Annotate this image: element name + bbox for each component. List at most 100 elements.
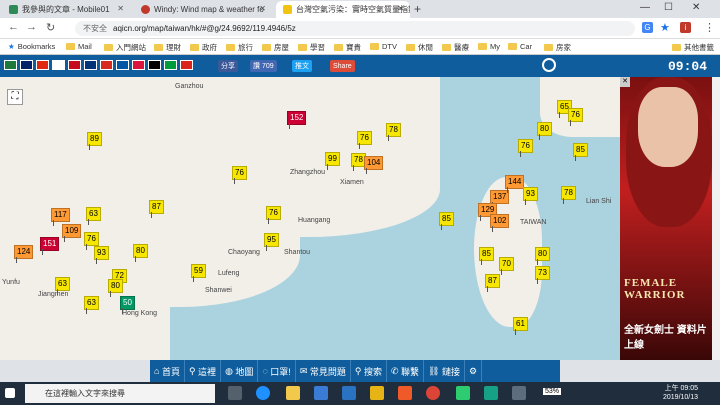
- minimize-icon[interactable]: —: [640, 2, 650, 13]
- bookmark-other[interactable]: 其他書籤: [672, 42, 714, 53]
- mail-icon[interactable]: [342, 386, 356, 400]
- fullscreen-icon[interactable]: ⛶: [7, 89, 23, 105]
- security-warning[interactable]: 不安全: [83, 23, 107, 34]
- app-icon[interactable]: [512, 386, 526, 400]
- aqi-marker[interactable]: 80: [133, 244, 148, 262]
- bookmark-house[interactable]: 房屋: [262, 42, 289, 53]
- aqi-marker[interactable]: 78: [561, 186, 576, 204]
- tweet-button[interactable]: 推文: [292, 60, 312, 72]
- aqi-marker[interactable]: 78: [386, 123, 401, 141]
- nav-search[interactable]: ⚲ 搜索: [351, 360, 387, 382]
- bookmark-portal[interactable]: 入門網站: [104, 42, 146, 53]
- app-icon[interactable]: [370, 386, 384, 400]
- aqi-marker[interactable]: 76: [84, 232, 99, 250]
- page-scrollbar[interactable]: [712, 77, 720, 360]
- back-icon[interactable]: ←: [8, 21, 19, 33]
- app-icon[interactable]: [398, 386, 412, 400]
- bookmark-study[interactable]: 學習: [298, 42, 325, 53]
- aqi-marker[interactable]: 117: [51, 208, 70, 226]
- chrome-icon[interactable]: [426, 386, 440, 400]
- flag-icon[interactable]: [68, 60, 81, 70]
- facebook-share-button[interactable]: 分享: [218, 60, 238, 72]
- nav-masks[interactable]: ◌ 口罩!: [258, 360, 296, 382]
- flag-icon[interactable]: [132, 60, 145, 70]
- aqi-marker[interactable]: 63: [86, 207, 101, 225]
- file-explorer-icon[interactable]: [286, 386, 300, 400]
- aqi-marker[interactable]: 87: [485, 274, 500, 292]
- aqi-marker[interactable]: 70: [499, 257, 514, 275]
- bookmark-home[interactable]: 房家: [544, 42, 571, 53]
- aqi-marker[interactable]: 80: [537, 122, 552, 140]
- bookmark-leisure[interactable]: 休閒: [406, 42, 433, 53]
- aqi-marker[interactable]: 76: [266, 206, 281, 224]
- flag-icon[interactable]: [164, 60, 177, 70]
- flag-icon[interactable]: [100, 60, 113, 70]
- aqi-marker[interactable]: 89: [87, 132, 102, 150]
- aqi-marker[interactable]: 63: [84, 296, 99, 314]
- bookmark-finance[interactable]: 理財: [154, 42, 181, 53]
- app-icon[interactable]: [456, 386, 470, 400]
- url-text[interactable]: aqicn.org/map/taiwan/hk/#@g/24.9692/119.…: [113, 24, 296, 33]
- reload-icon[interactable]: ↻: [46, 21, 55, 34]
- bookmark-gov[interactable]: 政府: [190, 42, 217, 53]
- battery-indicator[interactable]: 53%: [543, 388, 562, 395]
- aqi-marker[interactable]: 87: [149, 200, 164, 218]
- aqi-marker[interactable]: 93: [523, 187, 538, 205]
- aqi-marker[interactable]: 85: [479, 247, 494, 265]
- flag-icon[interactable]: [20, 60, 33, 70]
- aqi-marker[interactable]: 85: [573, 143, 588, 161]
- aqi-marker[interactable]: 124: [14, 245, 34, 263]
- flag-icon[interactable]: [36, 60, 49, 70]
- aqi-marker[interactable]: 144: [505, 175, 525, 193]
- aqi-marker[interactable]: 99: [325, 152, 340, 170]
- aqi-marker[interactable]: 76: [568, 108, 583, 126]
- forward-icon[interactable]: →: [26, 21, 37, 33]
- aqi-marker[interactable]: 102: [490, 214, 510, 232]
- app-icon[interactable]: [484, 386, 498, 400]
- game-advertisement[interactable]: ✕ FEMALE WARRIOR 全新女劍士 資料片上線: [620, 77, 712, 360]
- bookmark-travel[interactable]: 旅行: [226, 42, 253, 53]
- menu-icon[interactable]: ⋮: [704, 21, 715, 34]
- aqi-marker[interactable]: 59: [191, 264, 206, 282]
- aqi-marker[interactable]: 80: [108, 279, 123, 297]
- edge-icon[interactable]: [256, 386, 270, 400]
- windows-start-icon[interactable]: [5, 388, 15, 398]
- flag-icon[interactable]: [116, 60, 129, 70]
- aqi-marker[interactable]: 85: [439, 212, 454, 230]
- flag-icon[interactable]: [4, 60, 17, 70]
- bookmark-car[interactable]: Car: [508, 42, 532, 51]
- aqi-marker[interactable]: 76: [232, 166, 247, 184]
- bookmark-bookmarks[interactable]: ★ Bookmarks: [8, 42, 55, 51]
- flag-icon[interactable]: [180, 60, 193, 70]
- aqi-marker[interactable]: 73: [535, 266, 550, 284]
- aqi-marker[interactable]: 61: [513, 317, 528, 335]
- translate-icon[interactable]: G: [642, 22, 653, 33]
- aqi-marker[interactable]: 109: [62, 224, 82, 242]
- aqi-marker[interactable]: 63: [55, 277, 70, 295]
- nav-faq[interactable]: ✉ 常見問題: [296, 360, 351, 382]
- taskbar-search-input[interactable]: 在這裡輸入文字來搜尋: [25, 384, 215, 403]
- close-icon[interactable]: ✕: [259, 4, 266, 13]
- close-window-icon[interactable]: ✕: [692, 2, 700, 13]
- task-view-icon[interactable]: [228, 386, 242, 400]
- nav-map[interactable]: ◍ 地圖: [221, 360, 259, 382]
- bookmark-dtv[interactable]: DTV: [370, 42, 397, 51]
- aqi-marker[interactable]: 95: [264, 233, 279, 251]
- address-bar[interactable]: 不安全 aqicn.org/map/taiwan/hk/#@g/24.9692/…: [75, 21, 635, 36]
- settings-icon[interactable]: ⚙: [465, 360, 483, 382]
- aqi-marker[interactable]: 76: [357, 131, 372, 149]
- search-icon[interactable]: [542, 58, 556, 72]
- star-icon[interactable]: ★: [660, 21, 670, 34]
- close-icon[interactable]: ✕: [117, 4, 124, 13]
- aqi-marker[interactable]: 93: [94, 246, 109, 264]
- nav-here[interactable]: ⚲ 這裡: [185, 360, 222, 382]
- aqi-marker[interactable]: 50: [120, 296, 135, 314]
- bookmark-medical[interactable]: 醫療: [442, 42, 469, 53]
- aqi-map[interactable]: ⛶ Ganzhou Zhangzhou Xiamen Huangang Chao…: [0, 77, 620, 360]
- flag-icon[interactable]: [148, 60, 161, 70]
- aqi-marker[interactable]: 151: [40, 237, 60, 255]
- nav-contact[interactable]: ✆ 聯繫: [387, 360, 425, 382]
- bookmark-mail[interactable]: Mail: [66, 42, 92, 51]
- store-icon[interactable]: [314, 386, 328, 400]
- tab-mobile01[interactable]: 我參與的文章 - Mobile01 ✕: [2, 1, 130, 18]
